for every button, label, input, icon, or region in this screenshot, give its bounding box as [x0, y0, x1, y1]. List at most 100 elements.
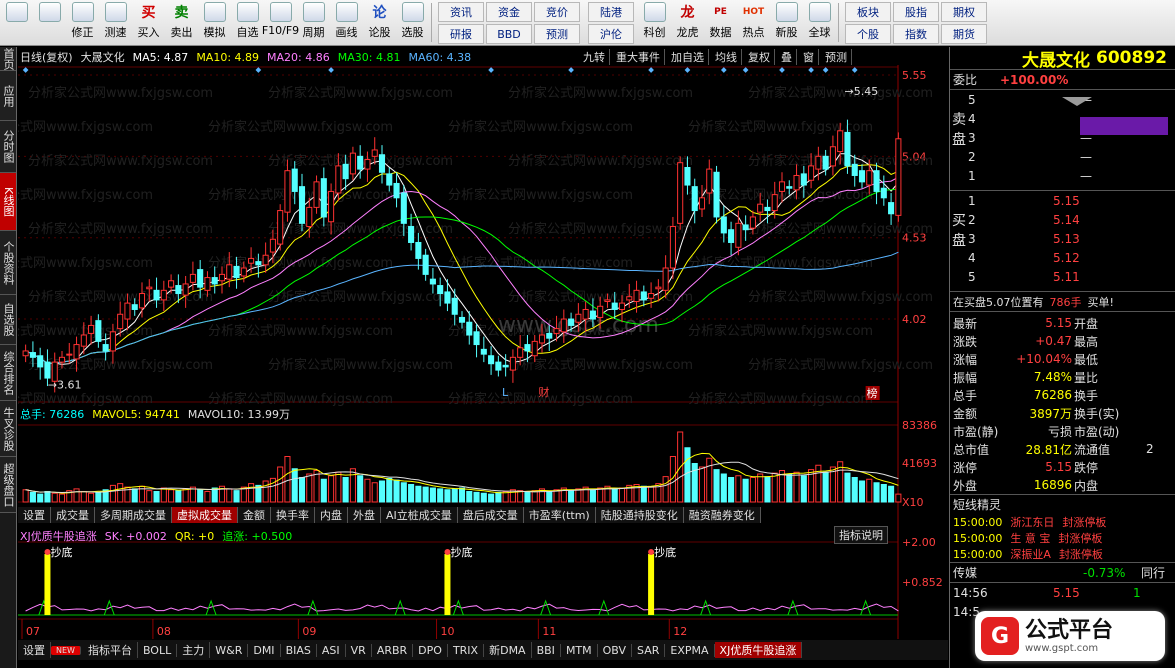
candle-body[interactable]: [95, 320, 102, 342]
candle-body[interactable]: [204, 277, 211, 291]
toolbar-windows-button[interactable]: [0, 0, 33, 45]
volume-bar[interactable]: [691, 463, 698, 503]
candle-body[interactable]: [29, 352, 36, 358]
chart-tool-3[interactable]: 均线: [715, 49, 742, 65]
indicator-tab-11[interactable]: 陆股通持股变化: [595, 507, 684, 523]
event-diamond-icon[interactable]: [648, 67, 654, 73]
candle-body[interactable]: [80, 334, 87, 347]
toolbar-pen-button[interactable]: 画线: [330, 0, 363, 45]
volume-bar[interactable]: [378, 480, 386, 503]
volume-bar[interactable]: [764, 476, 771, 503]
volume-bar[interactable]: [298, 477, 306, 503]
event-diamond-icon[interactable]: [808, 67, 814, 73]
volume-bar[interactable]: [335, 471, 342, 503]
bottom-tab-13[interactable]: BBI: [532, 643, 561, 657]
tongxing-tab[interactable]: 同行: [1141, 564, 1165, 581]
volume-bar[interactable]: [742, 478, 749, 503]
toolbar-new-stock-button[interactable]: 新股: [770, 0, 803, 45]
volume-bar[interactable]: [568, 490, 575, 503]
candle-body[interactable]: [146, 286, 153, 290]
toolbar-home-button[interactable]: 自选: [231, 0, 264, 45]
candle-body[interactable]: [124, 302, 131, 320]
candle-body[interactable]: [873, 170, 880, 192]
candle-body[interactable]: [153, 289, 160, 301]
bottom-tab-2[interactable]: BOLL: [138, 643, 178, 657]
candle-body[interactable]: [895, 138, 902, 216]
news-item[interactable]: 15:00:00 浙江东日 封涨停板: [950, 514, 1175, 530]
chaodi-signal-bar[interactable]: [44, 554, 51, 615]
volume-bar[interactable]: [684, 447, 691, 503]
indicator-tab-9[interactable]: 盘后成交量: [457, 507, 524, 523]
candle-body[interactable]: [698, 197, 706, 210]
candle-body[interactable]: [408, 226, 415, 243]
chaodi-signal-bar[interactable]: [648, 554, 655, 615]
candle-body[interactable]: [735, 222, 742, 248]
toolbar-dragon-button[interactable]: 龙龙虎: [671, 0, 704, 45]
volume-bar[interactable]: [648, 486, 655, 503]
candle-body[interactable]: [844, 131, 851, 167]
chart-tool-1[interactable]: 重大事件: [616, 49, 665, 65]
bottom-tab-14[interactable]: MTM: [561, 643, 598, 657]
volume-bar[interactable]: [858, 480, 866, 503]
candle-body[interactable]: [22, 350, 29, 357]
toolbar-tab-grid3-2[interactable]: 期权: [941, 2, 987, 22]
left-tab-0[interactable]: 首页: [0, 47, 16, 71]
candle-body[interactable]: [400, 192, 407, 224]
candle-body[interactable]: [858, 170, 866, 183]
candle-body[interactable]: [233, 265, 240, 279]
volume-bar[interactable]: [880, 484, 887, 503]
candle-body[interactable]: [37, 355, 44, 368]
volume-bar[interactable]: [851, 477, 858, 503]
volume-bar[interactable]: [713, 469, 720, 503]
volume-bar[interactable]: [800, 475, 807, 503]
candle-body[interactable]: [618, 302, 626, 310]
candle-body[interactable]: [393, 182, 400, 199]
volume-bar[interactable]: [400, 482, 407, 503]
candle-body[interactable]: [218, 273, 226, 282]
toolbar-tab-grid1-5[interactable]: 预测: [534, 24, 580, 44]
toolbar-f10-button[interactable]: F10/F9: [262, 0, 299, 45]
toolbar-tab-grid3-1[interactable]: 股指: [893, 2, 939, 22]
volume-bar[interactable]: [822, 471, 829, 503]
candle-body[interactable]: [684, 167, 691, 186]
left-tab-2[interactable]: 分时图: [0, 121, 16, 173]
candle-body[interactable]: [473, 331, 480, 346]
candle-body[interactable]: [269, 238, 276, 253]
volume-bar[interactable]: [328, 475, 335, 503]
left-tab-3[interactable]: K线图: [0, 173, 16, 231]
volume-bar[interactable]: [873, 482, 880, 503]
candle-body[interactable]: [611, 302, 618, 310]
volume-bar[interactable]: [306, 473, 313, 503]
candle-body[interactable]: [44, 361, 51, 379]
toolbar-lun-button[interactable]: 论论股: [363, 0, 396, 45]
volume-bar[interactable]: [168, 489, 175, 503]
indicator-explain-button[interactable]: 指标说明: [834, 526, 888, 544]
left-tab-5[interactable]: 自选股: [0, 295, 16, 345]
candle-body[interactable]: [633, 289, 640, 302]
volume-bar[interactable]: [371, 482, 378, 503]
volume-bar[interactable]: [291, 468, 298, 503]
event-diamond-icon[interactable]: [568, 67, 574, 73]
candle-body[interactable]: [189, 273, 196, 283]
volume-bar[interactable]: [786, 473, 793, 503]
chart-tool-5[interactable]: 叠: [781, 49, 797, 65]
candle-body[interactable]: [793, 174, 800, 191]
candle-body[interactable]: [138, 293, 146, 309]
candle-body[interactable]: [378, 154, 386, 173]
volume-bar[interactable]: [95, 491, 102, 503]
candle-body[interactable]: [575, 313, 582, 323]
candle-body[interactable]: [255, 261, 262, 266]
toolbar-globe-button[interactable]: 全球: [803, 0, 836, 45]
candle-body[interactable]: [277, 210, 284, 245]
candle-body[interactable]: [669, 226, 676, 269]
candle-body[interactable]: [728, 229, 735, 243]
collapse-arrow-icon[interactable]: [1062, 97, 1092, 106]
bottom-tab-1[interactable]: 指标平台: [83, 642, 138, 658]
indicator-tab-10[interactable]: 市盈率(ttm): [523, 507, 596, 523]
volume-bar[interactable]: [728, 477, 735, 503]
toolbar-tab-grid3-4[interactable]: 指数: [893, 24, 939, 44]
volume-bar[interactable]: [589, 489, 596, 503]
candle-body[interactable]: [517, 347, 524, 358]
volume-bar[interactable]: [233, 490, 240, 503]
kline-chart-svg[interactable]: 5.555.044.534.02分析家公式网www.fxjgsw.com 分析家公…: [18, 47, 948, 639]
